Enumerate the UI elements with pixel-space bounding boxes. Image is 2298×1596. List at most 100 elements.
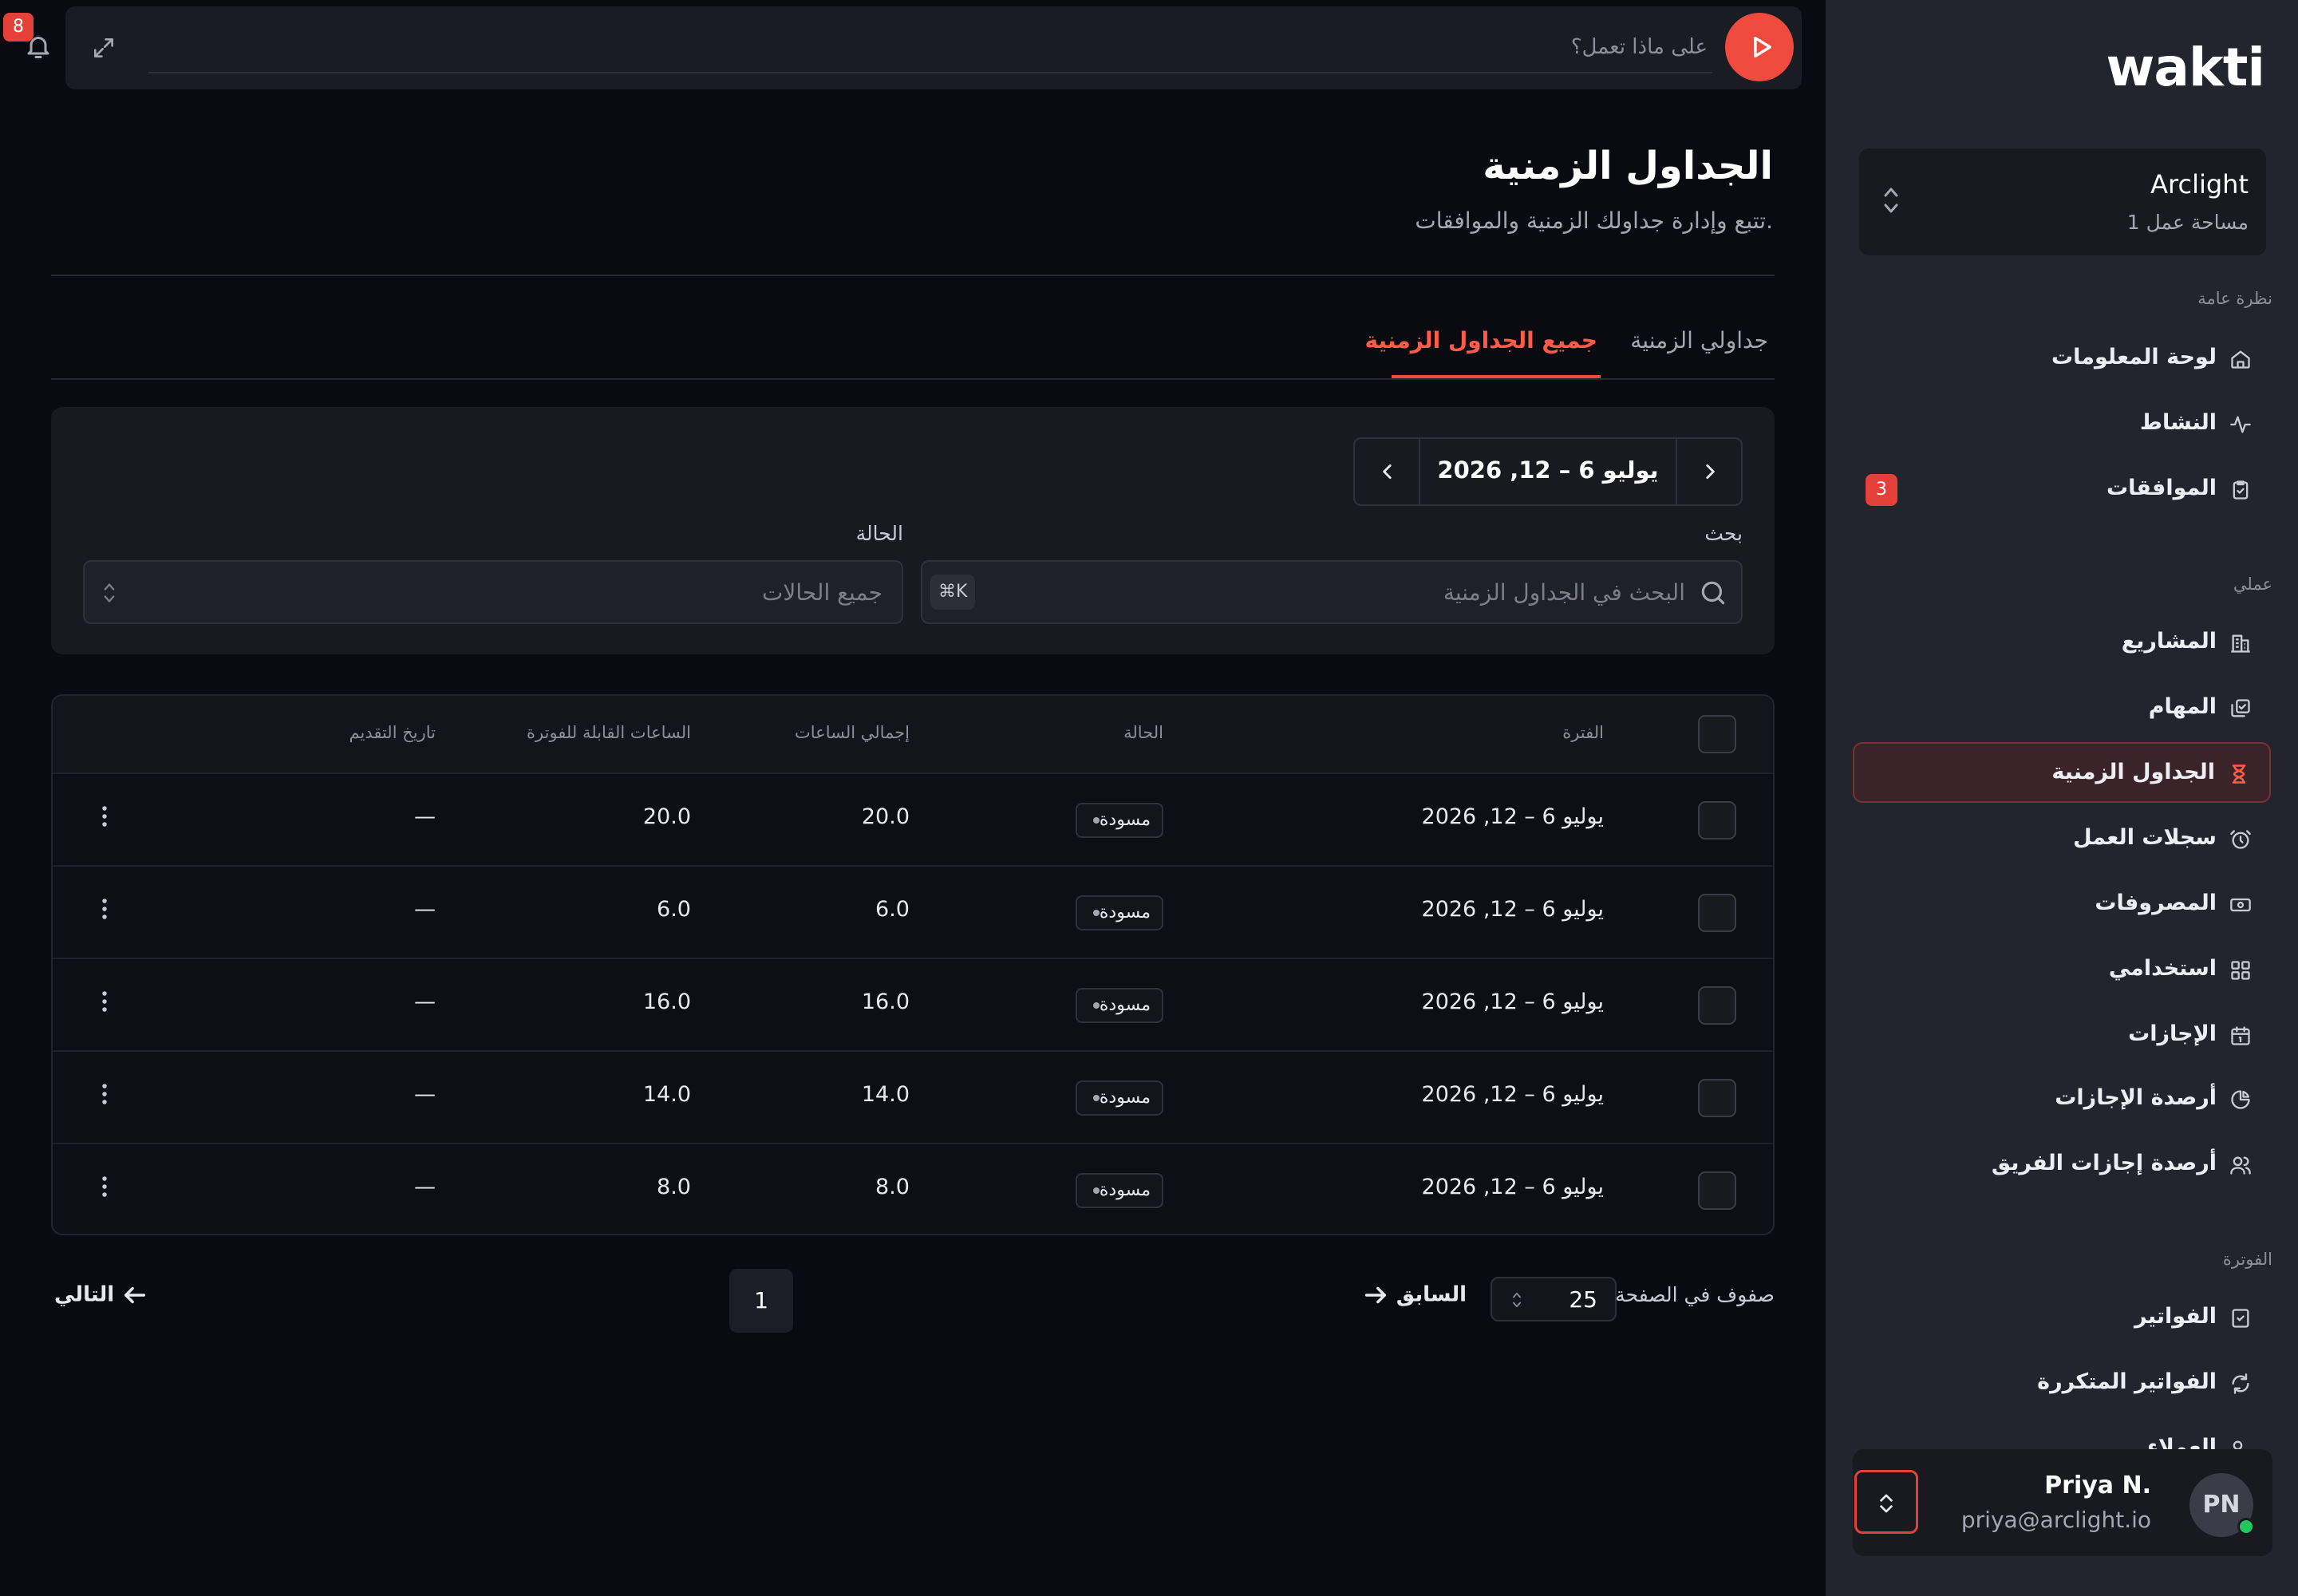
sidebar-item-timesheets[interactable]: الجداول الزمنية [1853, 742, 2271, 803]
approvals-count-badge: 3 [1866, 474, 1897, 506]
column-period[interactable]: الفترة [1562, 723, 1604, 742]
invoice-icon [2229, 1307, 2252, 1329]
sidebar: wakti Arclight 1 مساحة عمل نظرة عامة لوح… [1826, 0, 2298, 1596]
row-actions-button[interactable] [99, 1175, 110, 1199]
sidebar-item-recurring-invoices[interactable]: الفواتير المتكررة [1853, 1353, 2271, 1414]
sidebar-item-label: الموافقات [2106, 476, 2217, 500]
row-checkbox[interactable] [1698, 1171, 1736, 1210]
column-total-hours[interactable]: إجمالي الساعات [795, 723, 910, 742]
status-dot [1092, 1002, 1100, 1009]
status-select[interactable]: جميع الحالات [83, 560, 903, 624]
task-description-input[interactable]: على ماذا تعمل؟ [148, 18, 1712, 73]
expand-icon [91, 35, 116, 61]
sidebar-item-clients[interactable]: العملاء [1853, 1419, 2271, 1449]
sidebar-item-label: المهام [2148, 694, 2217, 719]
row-actions-button[interactable] [99, 1082, 110, 1106]
page-number-1[interactable]: 1 [729, 1269, 793, 1333]
online-status-dot [2237, 1518, 2255, 1535]
recurring-icon [2229, 1373, 2252, 1395]
column-status[interactable]: الحالة [1123, 723, 1163, 742]
next-page-label: التالي [54, 1282, 115, 1307]
row-checkbox[interactable] [1698, 894, 1736, 932]
sidebar-item-team-leave-balances[interactable]: أرصدة إجازات الفريق [1853, 1135, 2271, 1195]
row-total-hours: 8.0 [875, 1175, 910, 1199]
tab-all-timesheets[interactable]: جميع الجداول الزمنية [1365, 327, 1597, 354]
sidebar-item-dashboard[interactable]: لوحة المعلومات [1853, 329, 2271, 389]
table-row[interactable]: يوليو 6 – 12, 2026 مسودة 16.0 16.0 — [53, 958, 1773, 1050]
app-logo: wakti [2106, 37, 2265, 98]
sidebar-item-activity[interactable]: النشاط [1853, 394, 2271, 455]
sidebar-item-label: الجداول الزمنية [2051, 760, 2215, 784]
workspace-count: 1 مساحة عمل [2126, 211, 2249, 234]
table-row[interactable]: يوليو 6 – 12, 2026 مسودة 20.0 20.0 — [53, 772, 1773, 865]
column-submitted-date[interactable]: تاريخ التقديم [349, 723, 436, 742]
section-billing: الفوترة [2222, 1250, 2272, 1269]
calendar-icon [2229, 1025, 2252, 1047]
start-timer-button[interactable] [1725, 13, 1794, 81]
status-select-value: جميع الحالات [762, 579, 882, 606]
section-my-work: عملي [2233, 575, 2272, 594]
status-text: مسودة [1099, 810, 1151, 830]
sidebar-item-label: الفواتير [2134, 1304, 2217, 1329]
sidebar-item-projects[interactable]: المشاريع [1853, 613, 2271, 674]
user-menu-toggle-button[interactable] [1854, 1470, 1918, 1534]
more-vertical-icon [99, 990, 110, 1013]
sidebar-item-worklogs[interactable]: سجلات العمل [1853, 809, 2271, 870]
play-icon [1747, 33, 1775, 61]
row-total-hours: 6.0 [875, 897, 910, 922]
status-text: مسودة [1099, 1180, 1151, 1200]
previous-week-button[interactable] [1355, 439, 1420, 504]
sidebar-item-expenses[interactable]: المصروفات [1853, 875, 2271, 935]
table-row[interactable]: يوليو 6 – 12, 2026 مسودة 14.0 14.0 — [53, 1050, 1773, 1143]
row-checkbox[interactable] [1698, 1079, 1736, 1117]
rows-per-page-select[interactable]: 25 [1491, 1277, 1617, 1321]
table-row[interactable]: يوليو 6 – 12, 2026 مسودة 8.0 8.0 — [53, 1143, 1773, 1234]
sidebar-item-approvals[interactable]: الموافقات 3 [1853, 460, 2271, 520]
more-vertical-icon [99, 1082, 110, 1106]
clipboard-check-icon [2229, 479, 2252, 501]
table-row[interactable]: يوليو 6 – 12, 2026 مسودة 6.0 6.0 — [53, 865, 1773, 958]
sidebar-item-leaves[interactable]: الإجازات [1853, 1005, 2271, 1066]
filters-panel: يوليو 6 – 12, 2026 بحث الحالة البحث في ا… [51, 407, 1775, 654]
sidebar-item-label: المصروفات [2095, 891, 2217, 915]
more-vertical-icon [99, 1175, 110, 1199]
sidebar-item-tasks[interactable]: المهام [1853, 678, 2271, 739]
arrow-left-icon [121, 1282, 148, 1309]
page-subtitle: تتبع وإدارة جداولك الزمنية والموافقات. [1415, 207, 1773, 234]
sidebar-item-label: الإجازات [2128, 1021, 2217, 1046]
row-submitted-date: — [414, 804, 436, 829]
user-menu[interactable]: PN Priya N. priya@arclight.io [1853, 1449, 2272, 1556]
search-label: بحث [1704, 522, 1743, 545]
previous-page-label: السابق [1396, 1282, 1467, 1307]
sidebar-item-leave-balances[interactable]: أرصدة الإجازات [1853, 1069, 2271, 1130]
row-actions-button[interactable] [99, 990, 110, 1013]
status-badge: مسودة [1075, 1080, 1163, 1116]
status-badge: مسودة [1075, 803, 1163, 838]
status-badge: مسودة [1075, 1173, 1163, 1208]
sidebar-item-my-usage[interactable]: استخدامي [1853, 940, 2271, 1001]
row-checkbox[interactable] [1698, 801, 1736, 839]
tab-my-timesheets[interactable]: جداولي الزمنية [1630, 327, 1768, 354]
previous-page-button[interactable]: السابق [1362, 1282, 1467, 1309]
row-checkbox[interactable] [1698, 986, 1736, 1025]
column-billable-hours[interactable]: الساعات القابلة للفوترة [527, 723, 691, 742]
table-header: الفترة الحالة إجمالي الساعات الساعات الق… [53, 696, 1773, 772]
date-range-label[interactable]: يوليو 6 – 12, 2026 [1420, 456, 1676, 484]
status-text: مسودة [1099, 995, 1151, 1015]
expand-button[interactable] [91, 35, 116, 61]
status-dot [1092, 1095, 1100, 1101]
row-actions-button[interactable] [99, 897, 110, 921]
alarm-clock-icon [2229, 828, 2252, 851]
select-all-checkbox[interactable] [1698, 715, 1736, 753]
timesheets-table: الفترة الحالة إجمالي الساعات الساعات الق… [51, 694, 1775, 1235]
status-label: الحالة [855, 522, 903, 545]
sidebar-item-label: المشاريع [2121, 629, 2217, 654]
search-input[interactable]: البحث في الجداول الزمنية ⌘K [921, 560, 1743, 624]
next-page-button[interactable]: التالي [54, 1282, 148, 1309]
next-week-button[interactable] [1676, 439, 1741, 504]
sidebar-item-invoices[interactable]: الفواتير [1853, 1288, 2271, 1349]
workspace-switcher[interactable]: Arclight 1 مساحة عمل [1859, 148, 2266, 255]
row-actions-button[interactable] [99, 804, 110, 828]
divider [51, 275, 1775, 276]
search-icon [1698, 578, 1728, 608]
